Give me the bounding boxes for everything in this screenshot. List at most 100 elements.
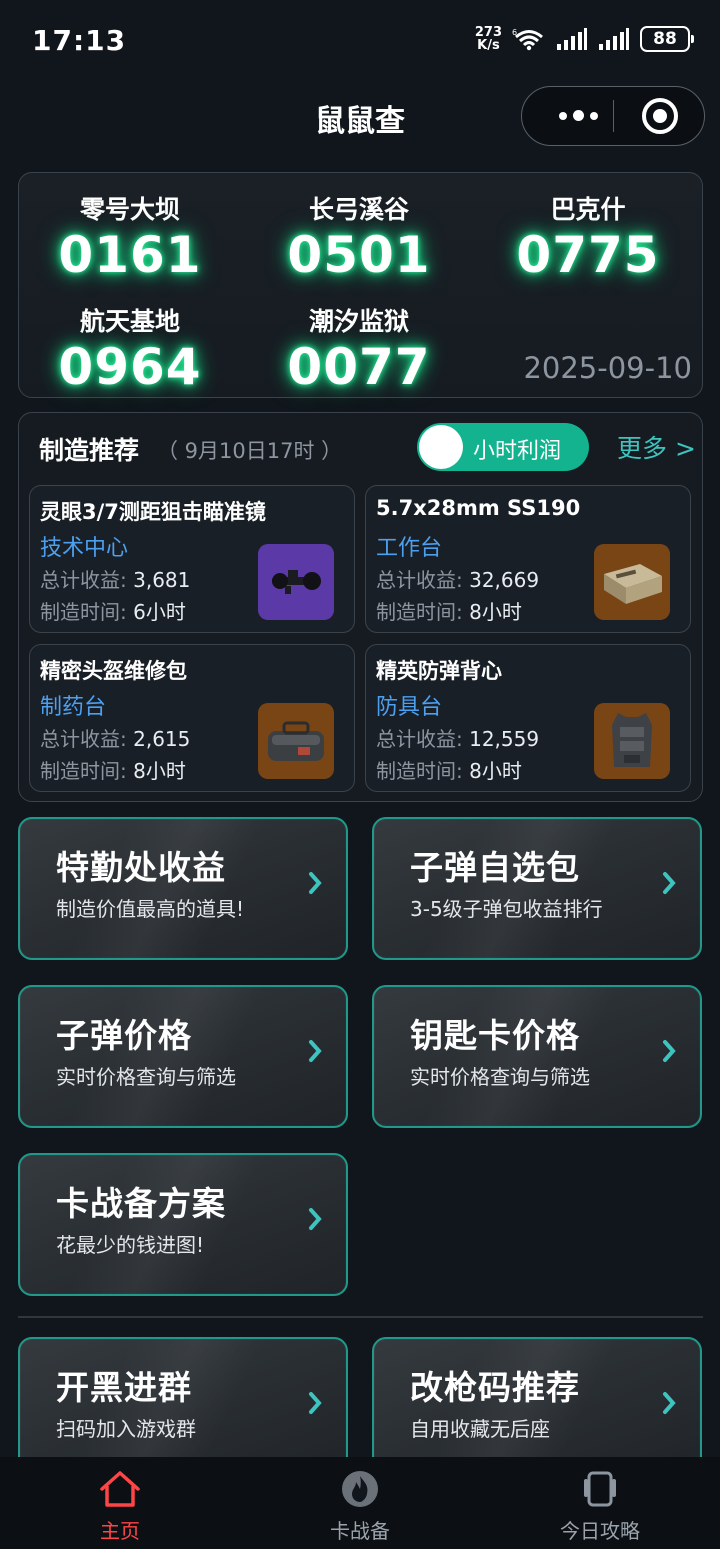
scope-icon xyxy=(258,544,334,620)
tile-title: 开黑进群 xyxy=(56,1368,192,1407)
nav-bar: 鼠鼠查 xyxy=(0,86,720,146)
tile-special-ops-income[interactable]: 特勤处收益 制造价值最高的道具! xyxy=(18,817,348,960)
vest-icon xyxy=(594,703,670,779)
time-value: 8小时 xyxy=(469,759,522,783)
target-close-icon[interactable] xyxy=(642,98,678,134)
status-time: 17:13 xyxy=(32,24,127,57)
station-name: 技术中心 xyxy=(40,536,129,561)
tile-title: 特勤处收益 xyxy=(56,848,226,887)
map-code-item: 零号大坝 0161 xyxy=(20,193,240,283)
tab-label: 主页 xyxy=(100,1519,140,1543)
tile-desc: 自用收藏无后座 xyxy=(410,1417,550,1441)
map-name: 零号大坝 xyxy=(79,195,180,224)
income-label: 总计收益: xyxy=(40,568,127,592)
map-code-item: 巴克什 0775 xyxy=(478,193,698,283)
item-name: 灵眼3/7测距狙击瞄准镜 xyxy=(40,500,266,524)
repair-kit-icon xyxy=(258,703,334,779)
recommend-title: 制造推荐 xyxy=(39,436,140,465)
mini-program-capsule xyxy=(521,86,705,146)
time-row: 制造时间: 8小时 xyxy=(40,755,186,784)
chevron-right-icon xyxy=(309,1392,322,1414)
tile-title: 子弹自选包 xyxy=(410,848,580,887)
craft-card[interactable]: 5.7x28mm SS190 工作台 总计收益: 32,669 制造时间: 8小… xyxy=(365,485,691,633)
chevron-right-icon xyxy=(663,1040,676,1062)
tile-desc: 实时价格查询与筛选 xyxy=(410,1065,590,1089)
tile-title: 卡战备方案 xyxy=(56,1184,226,1223)
tile-desc: 制造价值最高的道具! xyxy=(56,897,245,921)
tile-loadout-plan[interactable]: 卡战备方案 花最少的钱进图! xyxy=(18,1153,348,1296)
map-code-item: 潮汐监狱 0077 xyxy=(249,305,469,395)
more-dots-icon[interactable] xyxy=(544,87,612,144)
income-value: 3,681 xyxy=(133,568,191,592)
chevron-right-icon xyxy=(663,1392,676,1414)
hourly-profit-toggle[interactable]: 小时利润 xyxy=(417,423,589,471)
ammo-box-icon xyxy=(594,544,670,620)
item-name: 5.7x28mm SS190 xyxy=(376,496,581,520)
tile-desc: 花最少的钱进图! xyxy=(56,1233,205,1257)
tab-home[interactable]: 主页 xyxy=(40,1467,200,1544)
station-name: 工作台 xyxy=(376,536,443,561)
codes-date: 2025-09-10 xyxy=(523,351,692,385)
battery-icon: 88 xyxy=(640,26,694,52)
map-name: 长弓溪谷 xyxy=(308,195,409,224)
time-row: 制造时间: 6小时 xyxy=(40,596,186,625)
map-codes-panel: 零号大坝 0161 长弓溪谷 0501 巴克什 0775 航天基地 0964 潮… xyxy=(18,172,703,398)
signal-icon xyxy=(557,28,587,50)
time-label: 制造时间: xyxy=(40,600,127,624)
map-name: 巴克什 xyxy=(550,195,626,224)
network-speed-unit: K/s xyxy=(477,38,500,53)
time-label: 制造时间: xyxy=(376,759,463,783)
map-name: 航天基地 xyxy=(79,307,180,336)
capsule-divider xyxy=(613,100,614,132)
network-speed: 273 K/s xyxy=(475,26,502,52)
tile-desc: 3-5级子弹包收益排行 xyxy=(410,897,603,921)
tab-label: 今日攻略 xyxy=(560,1519,640,1543)
signal-icon-2 xyxy=(599,28,629,50)
wifi-icon: 6 xyxy=(512,28,543,51)
status-icons: 273 K/s 6 88 xyxy=(475,26,694,52)
map-code: 0161 xyxy=(58,226,202,284)
craft-recommend-panel: 制造推荐 （ 9月10日17时 ） 小时利润 更多 > 灵眼3/7测距狙击瞄准镜… xyxy=(18,412,703,802)
time-label: 制造时间: xyxy=(40,759,127,783)
time-label: 制造时间: xyxy=(376,600,463,624)
map-code: 0964 xyxy=(58,338,202,396)
more-link[interactable]: 更多 > xyxy=(617,429,696,465)
craft-card[interactable]: 精密头盔维修包 制药台 总计收益: 2,615 制造时间: 8小时 xyxy=(29,644,355,792)
station-name: 制药台 xyxy=(40,695,107,720)
home-icon xyxy=(100,1471,140,1507)
tile-desc: 扫码加入游戏群 xyxy=(56,1417,196,1441)
map-code-item: 航天基地 0964 xyxy=(20,305,240,395)
recommend-subtitle: （ 9月10日17时 ） xyxy=(157,439,343,463)
tile-ammo-pack[interactable]: 子弹自选包 3-5级子弹包收益排行 xyxy=(372,817,702,960)
chevron-right-icon xyxy=(309,872,322,894)
status-bar: 17:13 273 K/s 6 88 xyxy=(0,0,720,86)
time-row: 制造时间: 8小时 xyxy=(376,596,522,625)
time-row: 制造时间: 8小时 xyxy=(376,755,522,784)
tab-guide[interactable]: 今日攻略 xyxy=(520,1467,680,1544)
income-row: 总计收益: 3,681 xyxy=(40,564,190,593)
time-value: 6小时 xyxy=(133,600,186,624)
tile-title: 子弹价格 xyxy=(56,1016,192,1055)
income-row: 总计收益: 12,559 xyxy=(376,723,539,752)
time-value: 8小时 xyxy=(469,600,522,624)
income-row: 总计收益: 2,615 xyxy=(40,723,190,752)
tab-loadout[interactable]: 卡战备 xyxy=(280,1467,440,1544)
map-code: 0077 xyxy=(287,338,431,396)
bottom-tab-bar: 主页 卡战备 今日攻略 xyxy=(0,1457,720,1549)
tile-keycard-price[interactable]: 钥匙卡价格 实时价格查询与筛选 xyxy=(372,985,702,1128)
income-value: 32,669 xyxy=(469,568,540,592)
map-code: 0501 xyxy=(287,226,431,284)
craft-card[interactable]: 灵眼3/7测距狙击瞄准镜 技术中心 总计收益: 3,681 制造时间: 6小时 xyxy=(29,485,355,633)
tile-ammo-price[interactable]: 子弹价格 实时价格查询与筛选 xyxy=(18,985,348,1128)
wifi-badge: 6 xyxy=(512,28,517,37)
phone-icon xyxy=(584,1471,616,1507)
craft-card[interactable]: 精英防弹背心 防具台 总计收益: 12,559 制造时间: 8小时 xyxy=(365,644,691,792)
income-label: 总计收益: xyxy=(376,727,463,751)
section-divider xyxy=(18,1316,703,1318)
toggle-knob xyxy=(419,425,463,469)
income-label: 总计收益: xyxy=(376,568,463,592)
tile-title: 改枪码推荐 xyxy=(410,1368,580,1407)
station-name: 防具台 xyxy=(376,695,443,720)
map-code: 0775 xyxy=(516,226,660,284)
income-value: 2,615 xyxy=(133,727,191,751)
